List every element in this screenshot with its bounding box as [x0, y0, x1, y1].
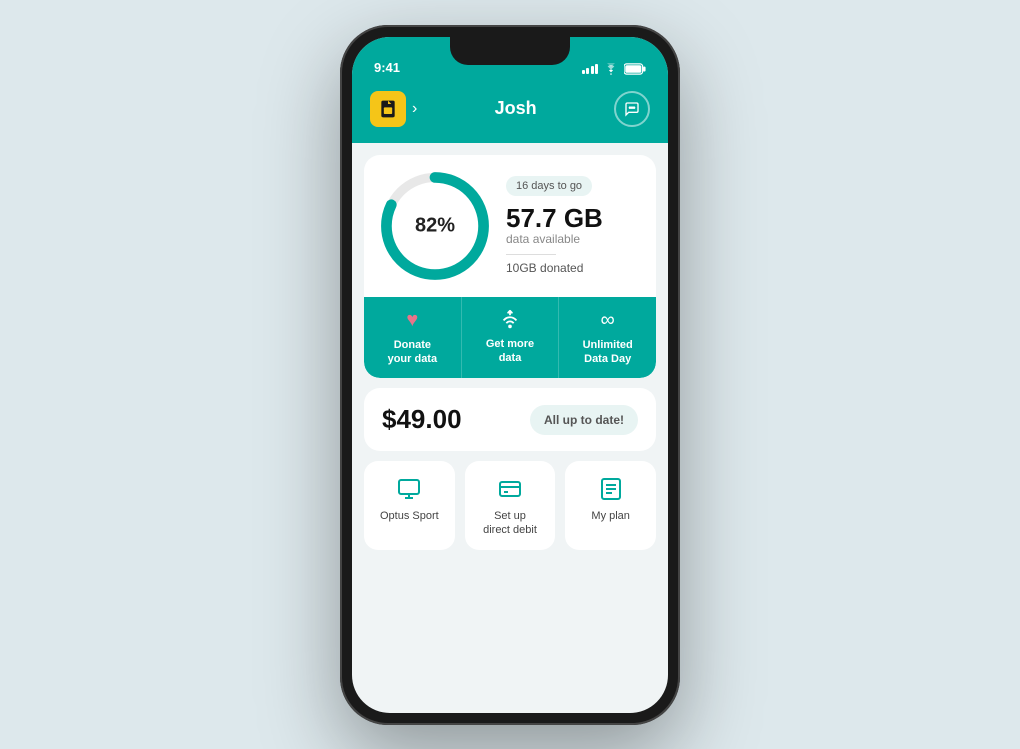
optus-sport-label: Optus Sport — [380, 509, 439, 523]
main-content: 82% 16 days to go 57.7 GB data available… — [352, 143, 668, 713]
app-header: › Josh — [352, 81, 668, 143]
donated-text: 10GB donated — [506, 261, 640, 275]
data-card-top: 82% 16 days to go 57.7 GB data available… — [364, 155, 656, 297]
chevron-icon[interactable]: › — [412, 100, 417, 118]
user-name: Josh — [495, 98, 537, 119]
donut-percentage: 82% — [415, 214, 455, 237]
days-badge: 16 days to go — [506, 176, 592, 196]
battery-icon — [624, 63, 646, 75]
unlimited-label: UnlimitedData Day — [583, 338, 633, 367]
infinity-icon: ∞ — [601, 309, 615, 332]
service-row: Optus Sport Set updirect debit — [364, 461, 656, 550]
my-plan-tile[interactable]: My plan — [565, 461, 656, 550]
phone-screen: 9:41 — [352, 37, 668, 713]
data-amount: 57.7 GB — [506, 204, 640, 233]
donate-button[interactable]: ♥ Donateyour data — [364, 297, 462, 379]
card-icon — [498, 477, 522, 501]
donut-chart: 82% — [380, 171, 490, 281]
data-info: 16 days to go 57.7 GB data available 10G… — [506, 176, 640, 276]
header-left: › — [370, 91, 417, 127]
sim-icon[interactable] — [370, 91, 406, 127]
get-more-label: Get moredata — [486, 337, 534, 366]
data-card: 82% 16 days to go 57.7 GB data available… — [364, 155, 656, 379]
billing-amount: $49.00 — [382, 404, 462, 435]
heart-icon: ♥ — [406, 309, 418, 332]
chat-button[interactable] — [614, 91, 650, 127]
status-icons — [582, 63, 647, 75]
my-plan-label: My plan — [591, 509, 630, 523]
notch — [450, 37, 570, 65]
billing-card[interactable]: $49.00 All up to date! — [364, 388, 656, 451]
direct-debit-tile[interactable]: Set updirect debit — [465, 461, 556, 550]
data-available-label: data available — [506, 232, 640, 246]
monitor-icon — [397, 477, 421, 501]
optus-sport-tile[interactable]: Optus Sport — [364, 461, 455, 550]
unlimited-button[interactable]: ∞ UnlimitedData Day — [559, 297, 656, 379]
billing-status: All up to date! — [530, 405, 638, 435]
divider — [506, 254, 556, 255]
plan-icon — [599, 477, 623, 501]
signal-icon — [582, 64, 599, 74]
phone-wrapper: 9:41 — [340, 25, 680, 725]
wifi-icon — [603, 63, 619, 75]
action-row: ♥ Donateyour data Get moredata ∞ — [364, 297, 656, 379]
wifi-data-icon — [499, 309, 521, 331]
donate-label: Donateyour data — [388, 338, 438, 367]
direct-debit-label: Set updirect debit — [483, 509, 537, 538]
status-time: 9:41 — [374, 60, 400, 75]
get-more-button[interactable]: Get moredata — [462, 297, 560, 379]
